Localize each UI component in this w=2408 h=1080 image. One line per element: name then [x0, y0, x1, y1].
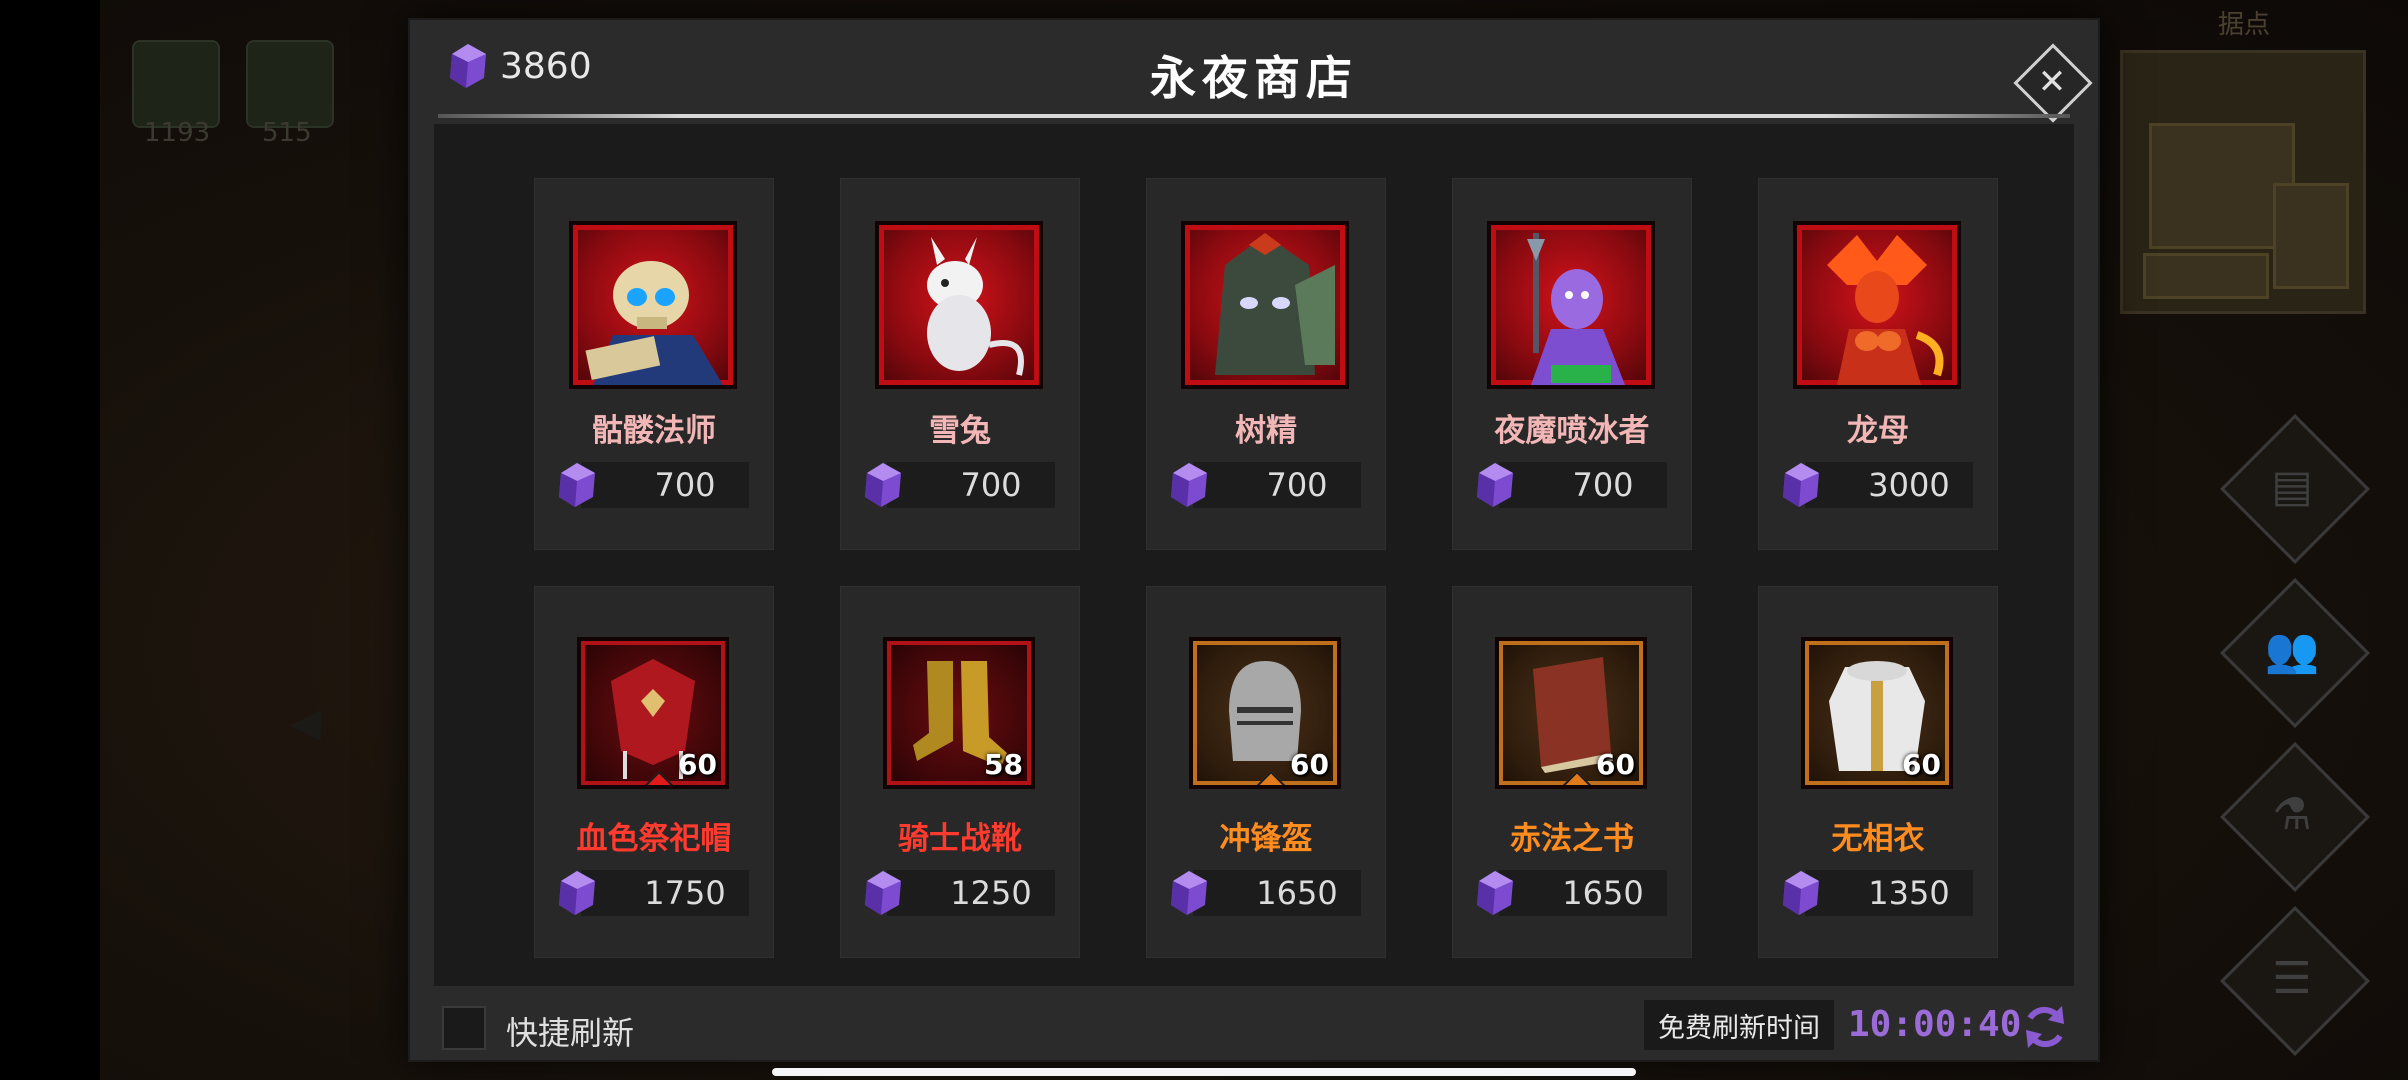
item-name: 血色祭祀帽 — [576, 821, 732, 857]
price-box: 700 — [581, 462, 749, 508]
price-value: 700 — [1266, 466, 1328, 504]
purple-gem-icon — [865, 463, 901, 507]
quick-refresh-label: 快捷刷新 — [506, 1014, 635, 1052]
minimap-label: 据点 — [2218, 10, 2271, 40]
hero-name: 树精 — [1235, 413, 1297, 449]
item-name: 赤法之书 — [1510, 821, 1634, 857]
skeleton-mage-portrait — [569, 221, 737, 389]
price-value: 1750 — [644, 874, 726, 912]
knight-boots-icon: 58 — [883, 637, 1035, 789]
shop-card-item-4[interactable]: 60 赤法之书 1650 — [1452, 586, 1692, 958]
ice-demon-portrait — [1487, 221, 1655, 389]
hud-counter-2: 515 — [262, 118, 312, 148]
price-box: 700 — [1499, 462, 1667, 508]
price-box: 700 — [887, 462, 1055, 508]
purple-gem-icon — [1477, 871, 1513, 915]
treant-portrait — [1181, 221, 1349, 389]
shop-card-hero-3[interactable]: 树精 700 — [1146, 178, 1386, 550]
price-box: 1650 — [1193, 870, 1361, 916]
purple-gem-icon — [1783, 871, 1819, 915]
hud-skill-icon-2 — [246, 40, 334, 128]
purple-gem-icon — [865, 871, 901, 915]
price-box: 1650 — [1499, 870, 1667, 916]
shop-card-hero-2[interactable]: 雪兔 700 — [840, 178, 1080, 550]
shop-card-item-5[interactable]: 60 无相衣 1350 — [1758, 586, 1998, 958]
potion-icon: ⚗ — [2272, 788, 2312, 840]
free-refresh-time-label: 免费刷新时间 — [1644, 1000, 1834, 1050]
item-name: 无相衣 — [1831, 821, 1925, 857]
price-box: 1250 — [887, 870, 1055, 916]
hero-name: 雪兔 — [929, 413, 991, 449]
quick-refresh-checkbox[interactable] — [442, 1006, 486, 1050]
hero-name: 夜魔喷冰者 — [1494, 413, 1650, 449]
close-icon: ✕ — [2037, 62, 2067, 102]
purple-gem-icon — [1783, 463, 1819, 507]
white-robe-icon: 60 — [1801, 637, 1953, 789]
hero-name: 龙母 — [1847, 413, 1909, 449]
refresh-button[interactable] — [2018, 1000, 2072, 1054]
header-divider — [438, 114, 2070, 118]
price-box: 1750 — [581, 870, 749, 916]
refresh-icon — [2026, 1006, 2064, 1048]
shop-card-item-2[interactable]: 58 骑士战靴 1250 — [840, 586, 1080, 958]
price-box: 3000 — [1805, 462, 1973, 508]
price-value: 3000 — [1868, 466, 1950, 504]
dragon-mother-portrait — [1793, 221, 1961, 389]
left-arrow-icon: ◀ — [290, 700, 321, 746]
price-value: 700 — [960, 466, 1022, 504]
shop-card-hero-4[interactable]: 夜魔喷冰者 700 — [1452, 178, 1692, 550]
home-indicator — [772, 1068, 1636, 1076]
crimson-hat-icon: 60 — [577, 637, 729, 789]
hud-counter-1: 1193 — [144, 118, 211, 148]
snow-rabbit-portrait — [875, 221, 1043, 389]
price-value: 1250 — [950, 874, 1032, 912]
item-level: 60 — [1290, 748, 1329, 781]
purple-gem-icon — [559, 871, 595, 915]
price-value: 700 — [654, 466, 716, 504]
hud-skill-icon-1 — [132, 40, 220, 128]
list-icon: ☰ — [2272, 952, 2312, 1004]
item-level: 58 — [984, 748, 1023, 781]
scroll-icon: ▤ — [2271, 460, 2313, 512]
shop-card-hero-1[interactable]: 骷髅法师 700 — [534, 178, 774, 550]
team-icon: 👥 — [2264, 625, 2320, 676]
item-name: 骑士战靴 — [898, 821, 1022, 857]
minimap — [2120, 50, 2366, 314]
price-box: 700 — [1193, 462, 1361, 508]
shop-title: 永夜商店 — [1150, 51, 1358, 105]
item-level: 60 — [678, 748, 717, 781]
purple-gem-icon — [1477, 463, 1513, 507]
hero-name: 骷髅法师 — [592, 413, 716, 449]
price-box: 1350 — [1805, 870, 1973, 916]
price-value: 1650 — [1562, 874, 1644, 912]
shop-grid: 骷髅法师 700 雪兔 700 树精 700 夜魔喷冰者 700 龙母 3000… — [434, 124, 2074, 986]
item-level: 60 — [1902, 748, 1941, 781]
purple-gem-icon — [559, 463, 595, 507]
price-value: 1350 — [1868, 874, 1950, 912]
red-book-icon: 60 — [1495, 637, 1647, 789]
purple-gem-icon — [1171, 871, 1207, 915]
shop-panel: 3860 永夜商店 ✕ 骷髅法师 700 雪兔 700 树精 700 夜魔喷冰者… — [410, 20, 2098, 1060]
shop-footer: 快捷刷新 免费刷新时间 10:00:40 — [410, 996, 2098, 1056]
helmet-icon: 60 — [1189, 637, 1341, 789]
purple-gem-icon — [1171, 463, 1207, 507]
close-button[interactable]: ✕ — [2010, 40, 2094, 124]
shop-card-item-1[interactable]: 60 血色祭祀帽 1750 — [534, 586, 774, 958]
item-level: 60 — [1596, 748, 1635, 781]
price-value: 700 — [1572, 466, 1634, 504]
refresh-countdown: 10:00:40 — [1848, 1004, 2022, 1045]
price-value: 1650 — [1256, 874, 1338, 912]
shop-card-hero-5[interactable]: 龙母 3000 — [1758, 178, 1998, 550]
shop-card-item-3[interactable]: 60 冲锋盔 1650 — [1146, 586, 1386, 958]
item-name: 冲锋盔 — [1219, 821, 1313, 857]
